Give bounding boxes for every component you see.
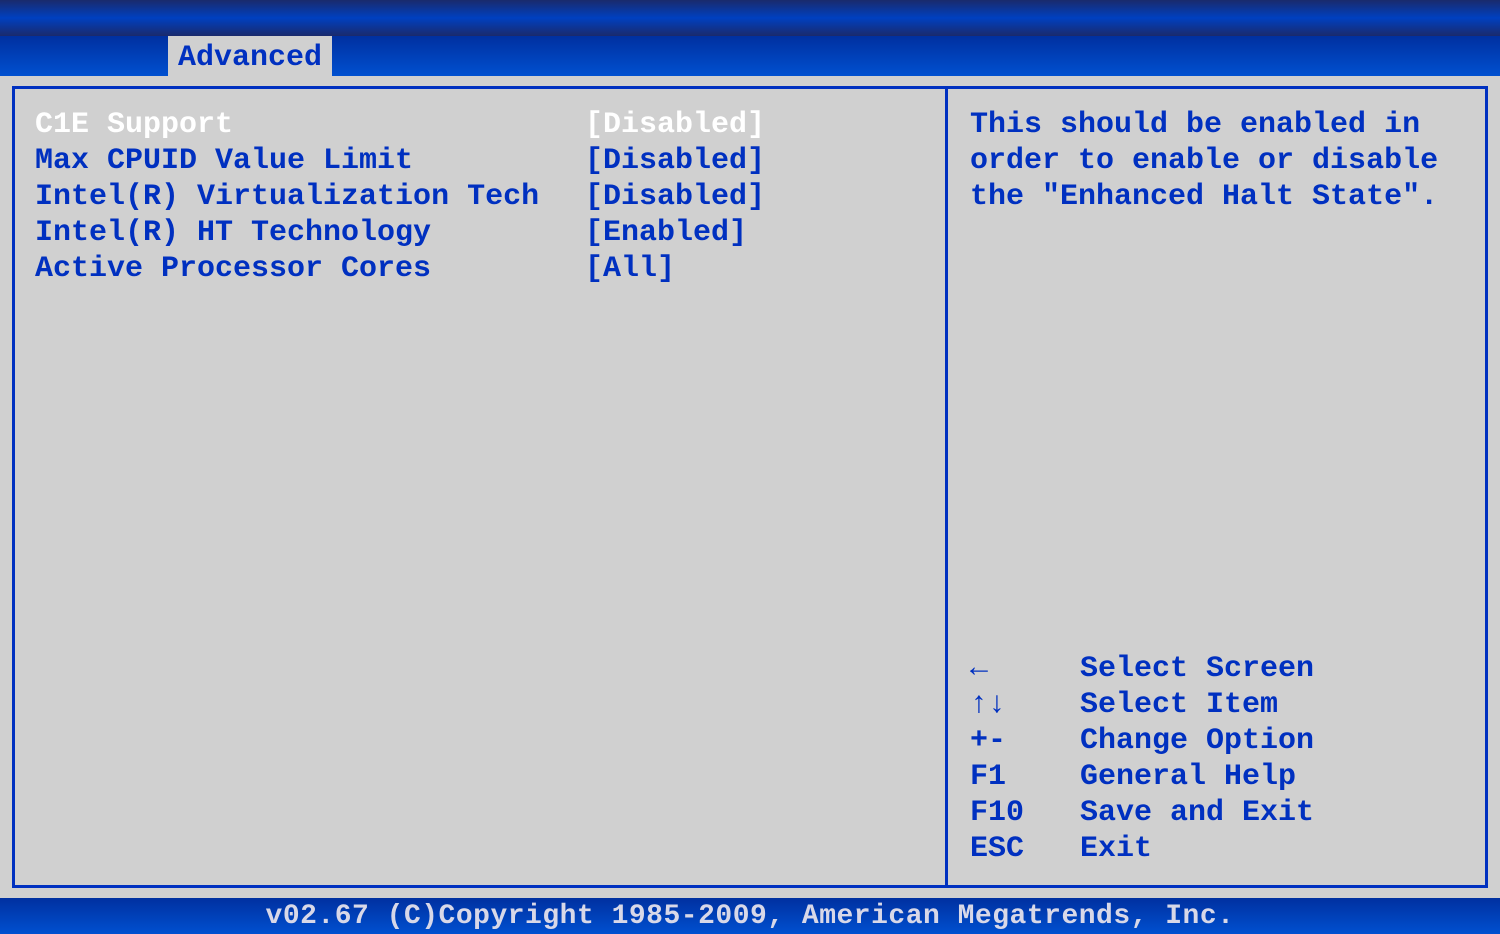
setting-value: [Disabled] — [585, 179, 765, 215]
key-label: ← — [970, 651, 1080, 687]
help-text: This should be enabled in order to enabl… — [970, 107, 1463, 215]
key-row-save-exit: F10 Save and Exit — [970, 795, 1463, 831]
key-row-select-screen: ← Select Screen — [970, 651, 1463, 687]
key-desc: General Help — [1080, 759, 1296, 795]
setting-intel-ht[interactable]: Intel(R) HT Technology [Enabled] — [35, 215, 925, 251]
setting-c1e-support[interactable]: C1E Support [Disabled] — [35, 107, 925, 143]
key-desc: Change Option — [1080, 723, 1314, 759]
tab-row: Advanced — [0, 36, 1500, 76]
key-row-change-option: +- Change Option — [970, 723, 1463, 759]
tab-label: Advanced — [178, 41, 322, 75]
tab-advanced[interactable]: Advanced — [168, 36, 332, 76]
footer: v02.67 (C)Copyright 1985-2009, American … — [0, 898, 1500, 934]
key-desc: Select Item — [1080, 687, 1278, 723]
key-help: ← Select Screen ↑↓ Select Item +- Change… — [970, 651, 1463, 867]
key-label: ESC — [970, 831, 1080, 867]
setting-active-cores[interactable]: Active Processor Cores [All] — [35, 251, 925, 287]
setting-label: Intel(R) Virtualization Tech — [35, 179, 585, 215]
key-row-select-item: ↑↓ Select Item — [970, 687, 1463, 723]
key-desc: Exit — [1080, 831, 1152, 867]
settings-panel: C1E Support [Disabled] Max CPUID Value L… — [12, 86, 948, 888]
setting-label: Active Processor Cores — [35, 251, 585, 287]
setting-label: C1E Support — [35, 107, 585, 143]
top-bar — [0, 0, 1500, 36]
setting-max-cpuid[interactable]: Max CPUID Value Limit [Disabled] — [35, 143, 925, 179]
main-area: C1E Support [Disabled] Max CPUID Value L… — [0, 76, 1500, 898]
key-label: F10 — [970, 795, 1080, 831]
help-panel: This should be enabled in order to enabl… — [948, 86, 1488, 888]
key-row-general-help: F1 General Help — [970, 759, 1463, 795]
setting-value: [Disabled] — [585, 107, 765, 143]
setting-value: [Enabled] — [585, 215, 747, 251]
setting-value: [All] — [585, 251, 675, 287]
key-label: F1 — [970, 759, 1080, 795]
key-label: +- — [970, 723, 1080, 759]
setting-value: [Disabled] — [585, 143, 765, 179]
key-desc: Save and Exit — [1080, 795, 1314, 831]
key-row-exit: ESC Exit — [970, 831, 1463, 867]
key-desc: Select Screen — [1080, 651, 1314, 687]
setting-label: Intel(R) HT Technology — [35, 215, 585, 251]
setting-label: Max CPUID Value Limit — [35, 143, 585, 179]
setting-intel-vt[interactable]: Intel(R) Virtualization Tech [Disabled] — [35, 179, 925, 215]
key-label: ↑↓ — [970, 687, 1080, 723]
footer-text: v02.67 (C)Copyright 1985-2009, American … — [266, 901, 1235, 932]
